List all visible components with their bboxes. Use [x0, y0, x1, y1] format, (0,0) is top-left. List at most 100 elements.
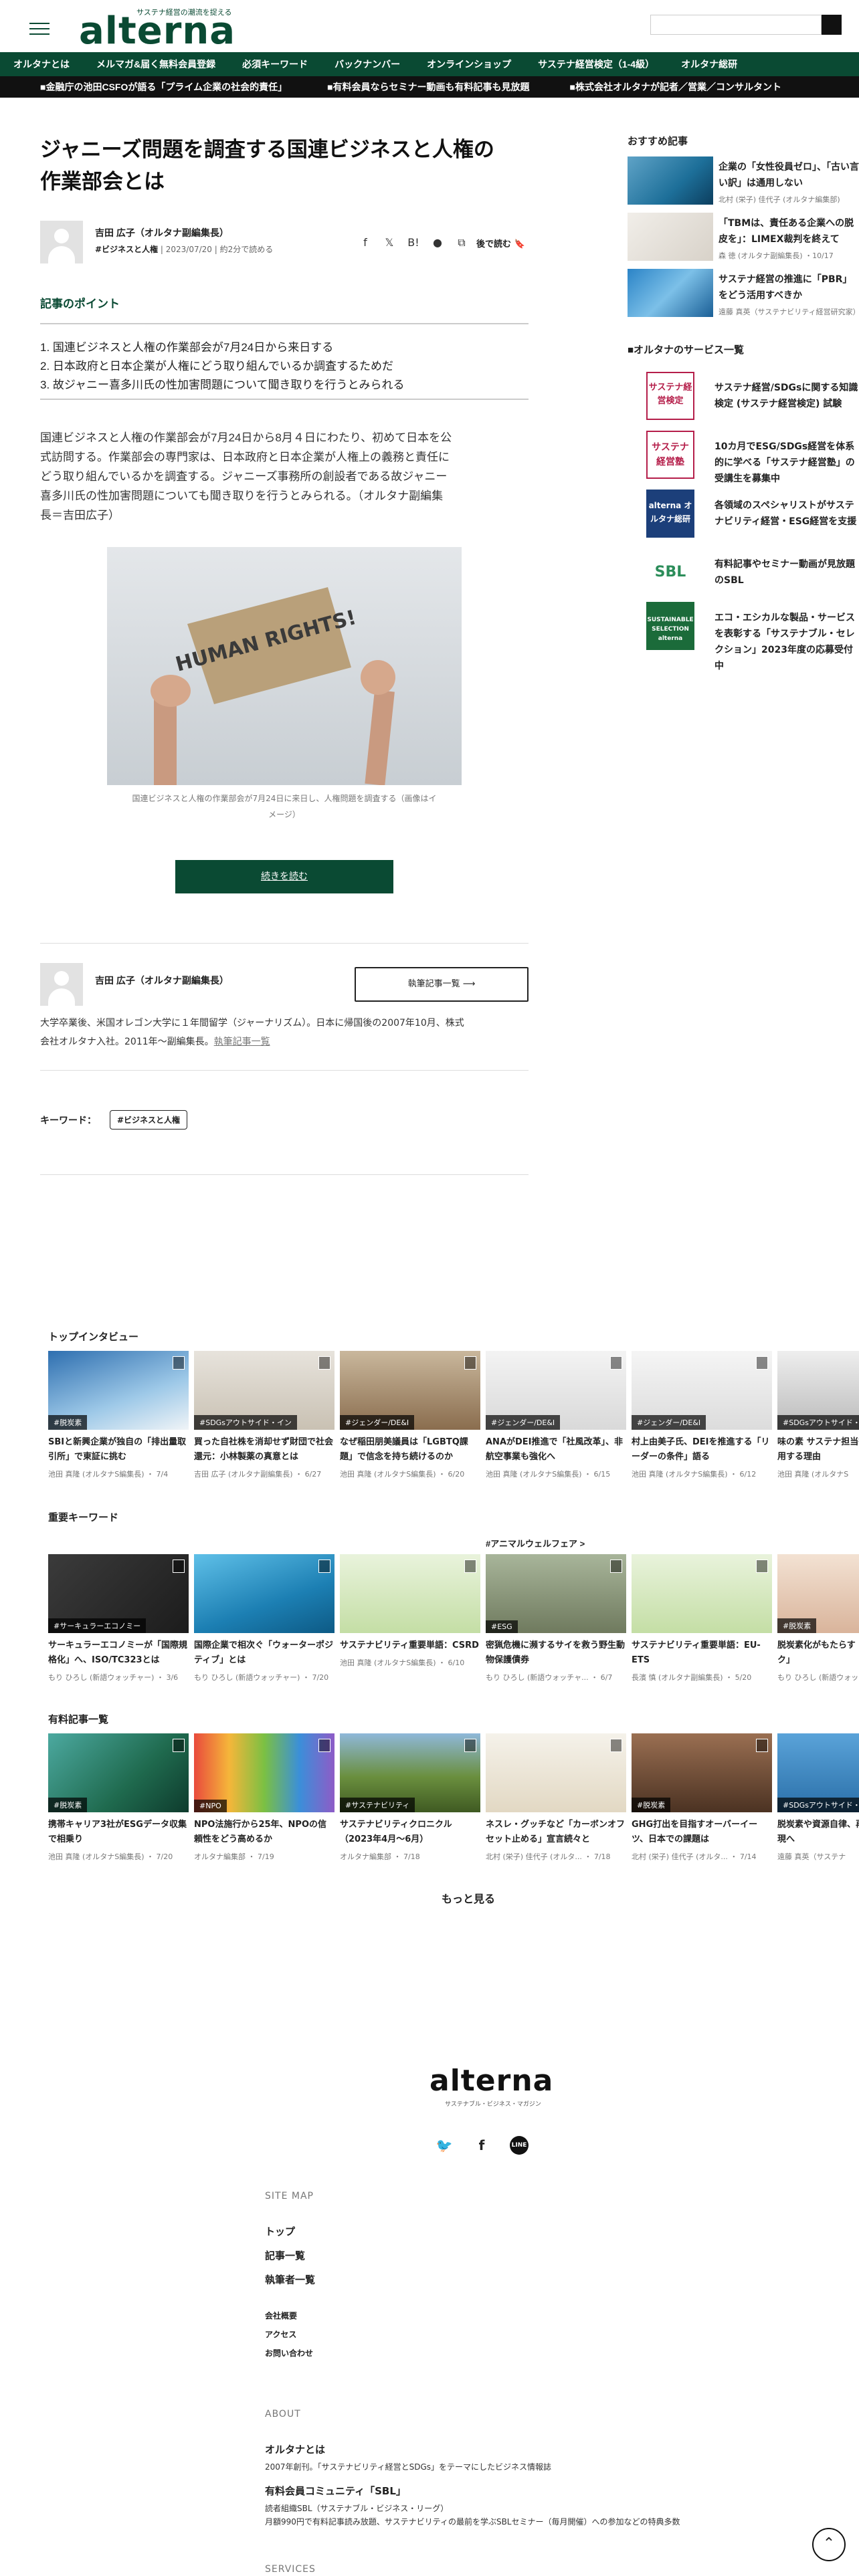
article-card[interactable]: #SDGsアウトサイド・イン 買った自社株を消却せず財団で社会還元：小林製薬の真…: [194, 1351, 335, 1479]
footer-link-articles[interactable]: 記事一覧: [265, 2248, 305, 2262]
recommended-item[interactable]: 「TBMは、責任ある企業への脱皮を」：LIMEX裁判を終えて 森 徳 (オルタナ…: [628, 213, 859, 262]
bookmark-icon[interactable]: [756, 1356, 768, 1370]
twitter-icon[interactable]: 🐦: [435, 2136, 454, 2155]
recommended-title: 「TBMは、責任ある企業への脱皮を」：LIMEX裁判を終えて: [719, 218, 854, 245]
bookmark-icon[interactable]: [464, 1560, 476, 1573]
card-title: 脱炭素化がもたらす「上振れリスク」: [777, 1640, 859, 1665]
nav-research[interactable]: オルタナ総研: [668, 58, 751, 71]
site-logo[interactable]: サステナ経営の潮流を捉える alterna: [79, 4, 253, 53]
service-item[interactable]: サステナ経営検定 サステナ経営/SDGsに関する知識検定 (サステナ経営検定) …: [628, 372, 859, 420]
nav-exam[interactable]: サステナ経営検定（1-4級）: [524, 58, 668, 71]
card-image: #サーキュラーエコノミー: [48, 1554, 189, 1633]
article-card[interactable]: サステナビリティ重要単語：CSRD 池田 真隆 (オルタナS編集長) ・ 6/1…: [340, 1554, 480, 1668]
sbl-desc: 読者組織SBL（サステナブル・ビジネス・リーグ）: [265, 2504, 449, 2513]
read-later-button[interactable]: 後で読む 🔖: [476, 237, 525, 249]
nav-shop[interactable]: オンラインショップ: [413, 58, 524, 71]
bookmark-icon[interactable]: [173, 1356, 185, 1370]
bookmark-icon[interactable]: [756, 1560, 768, 1573]
footer-link-top[interactable]: トップ: [265, 2224, 295, 2238]
bookmark-icon[interactable]: [610, 1356, 622, 1370]
service-item[interactable]: SBL 有料記事やセミナー動画が見放題のSBL: [628, 548, 859, 597]
sbl-title[interactable]: 有料会員コミュニティ「SBL」: [265, 2484, 406, 2498]
article-card[interactable]: #NPO NPO法施行から25年、NPOの信頼性をどう高めるか オルタナ編集部 …: [194, 1733, 335, 1862]
article-card[interactable]: #サステナビリティ サステナビリティクロニクル（2023年4月〜6月） オルタナ…: [340, 1733, 480, 1862]
bookmark-icon[interactable]: [610, 1560, 622, 1573]
article-card[interactable]: #脱炭素 携帯キャリア3社がESGデータ収集で相乗り 池田 真隆 (オルタナS編…: [48, 1733, 189, 1862]
article-card[interactable]: #ジェンダー/DE&I 村上由美子氏、DEIを推進する「リーダーの条件」語る 池…: [632, 1351, 772, 1479]
article-card[interactable]: #ジェンダー/DE&I ANAがDEI推進で「社風改革」、非航空事業も強化へ 池…: [486, 1351, 626, 1479]
ticker-item[interactable]: ■株式会社オルタナが記者／営業／コンサルタント: [570, 80, 781, 94]
bookmark-icon[interactable]: [464, 1739, 476, 1752]
bookmark-icon[interactable]: [318, 1356, 330, 1370]
nav-backnumber[interactable]: バックナンバー: [321, 58, 413, 71]
article-card[interactable]: #脱炭素 脱炭素化がもたらす「上振れリスク」 もり ひろし (新語ウォッチャ: [777, 1554, 859, 1683]
footer-link-access[interactable]: アクセス: [265, 2329, 296, 2340]
service-item[interactable]: alterna オルタナ総研 各領域のスペシャリストがサステナビリティ経営・ES…: [628, 490, 859, 538]
article-card[interactable]: #サーキュラーエコノミー サーキュラーエコノミーが「国際規格化」へ、ISO/TC…: [48, 1554, 189, 1683]
line-icon[interactable]: ●: [430, 235, 445, 250]
article-card[interactable]: #ESG 密猟危機に瀕するサイを救う野生動物保護債券 もり ひろし (新語ウォッ…: [486, 1554, 626, 1683]
interview-carousel: #脱炭素 SBIと新興企業が独自の「排出量取引所」で東証に挑む 池田 真隆 (オ…: [48, 1351, 859, 1511]
author-name[interactable]: 吉田 広子（オルタナ副編集長）: [95, 974, 229, 987]
lead-line: 喜多川氏の性加害問題についても聞き取りを行うとみられる。（オルタナ副編集: [40, 490, 444, 502]
card-image: #SDGsアウトサイド・イン: [777, 1351, 859, 1430]
hatena-icon[interactable]: B!: [406, 235, 421, 250]
article-date: 2023/07/20: [165, 245, 212, 254]
article-card[interactable]: サステナビリティ重要単語：EU-ETS 長濱 慎 (オルタナ副編集長) ・ 5/…: [632, 1554, 772, 1683]
card-title: サステナビリティ重要単語：CSRD: [340, 1640, 479, 1650]
more-button[interactable]: もっと見る: [401, 1890, 535, 1906]
article-tag[interactable]: #ビジネスと人権: [95, 245, 158, 254]
footer-logo[interactable]: alterna: [430, 2064, 553, 2098]
line-icon[interactable]: LINE: [510, 2136, 529, 2155]
bookmark-icon[interactable]: [464, 1356, 476, 1370]
facebook-icon[interactable]: f: [472, 2136, 491, 2155]
recommended-item[interactable]: 企業の「女性役員ゼロ」、「古い言い訳」は通用しない 北村 (栄子) 佳代子 (オ…: [628, 156, 859, 206]
ticker-item[interactable]: ■有料会員ならセミナー動画も有料記事も見放題: [327, 80, 529, 94]
bio-line: 大学卒業後、米国オレゴン大学に１年間留学（ジャーナリズム）。日本に帰国後の200…: [40, 1018, 464, 1029]
service-title: サステナ経営/SDGsに関する知識検定 (サステナ経営検定) 試験: [714, 383, 858, 409]
menu-icon[interactable]: [29, 23, 50, 35]
about-title[interactable]: オルタナとは: [265, 2442, 325, 2456]
bookmark-icon[interactable]: [173, 1560, 185, 1573]
nav-register[interactable]: メルマガ&届く無料会員登録: [83, 58, 229, 71]
article-card[interactable]: #SDGsアウトサイド・イン 味の素 サステナ担当役員が社内登用する理由 池田 …: [777, 1351, 859, 1479]
service-item[interactable]: SUSTAINABLE SELECTION alterna エコ・エシカルな製品…: [628, 602, 859, 671]
avatar: [40, 963, 83, 1006]
facebook-icon[interactable]: f: [358, 235, 373, 250]
article-card[interactable]: ネスレ・グッチなど「カーボンオフセット止める」宣言続々と 北村 (栄子) 佳代子…: [486, 1733, 626, 1862]
back-to-top-button[interactable]: ⌃: [812, 2528, 846, 2561]
card-image: [486, 1733, 626, 1812]
service-item[interactable]: サステナ経営塾 10カ月でESG/SDGs経営を体系的に学べる「サステナ経営塾」…: [628, 431, 859, 484]
bookmark-icon[interactable]: [318, 1739, 330, 1752]
author-articles-link[interactable]: 執筆記事一覧: [214, 1037, 270, 1047]
article-card[interactable]: #ジェンダー/DE&I なぜ稲田朋美議員は「LGBTQ課題」で信念を持ち続けるの…: [340, 1351, 480, 1479]
x-icon[interactable]: 𝕏: [382, 235, 397, 250]
search-input[interactable]: [650, 15, 822, 35]
exam-logo: サステナ経営検定: [646, 372, 694, 420]
bookmark-icon[interactable]: [173, 1739, 185, 1752]
animal-welfare-link[interactable]: #アニマルウェルフェア >: [486, 1537, 585, 1549]
footer-link-contact[interactable]: お問い合わせ: [265, 2347, 313, 2359]
card-meta: 池田 真隆 (オルタナS: [777, 1470, 849, 1479]
nav-keywords[interactable]: 必須キーワード: [229, 58, 321, 71]
article-card[interactable]: #脱炭素 GHG打出を目指すオーバーイーツ、日本での課題は 北村 (栄子) 佳代…: [632, 1733, 772, 1862]
author-articles-button[interactable]: 執筆記事一覧 ⟶: [355, 967, 529, 1002]
article-card[interactable]: #脱炭素 SBIと新興企業が独自の「排出量取引所」で東証に挑む 池田 真隆 (オ…: [48, 1351, 189, 1479]
footer-link-writers[interactable]: 執筆者一覧: [265, 2272, 315, 2286]
article-card[interactable]: #SDGsアウトサイド・イン 脱炭素や資源自律、再成長産業で実現へ 遠藤 真英（…: [777, 1733, 859, 1862]
search-button[interactable]: [822, 15, 842, 35]
nav-about[interactable]: オルタナとは: [0, 58, 83, 71]
copy-link-icon[interactable]: ⧉: [454, 235, 469, 250]
article-card[interactable]: 国際企業で相次ぐ「ウォーターポジティブ」とは もり ひろし (新語ウォッチャー)…: [194, 1554, 335, 1683]
keyword-tag[interactable]: #ビジネスと人権: [110, 1110, 188, 1130]
card-tag: #サーキュラーエコノミー: [48, 1618, 147, 1633]
author-name[interactable]: 吉田 広子（オルタナ副編集長）: [95, 226, 229, 239]
bookmark-icon[interactable]: [318, 1560, 330, 1573]
bookmark-icon[interactable]: [756, 1739, 768, 1752]
bookmark-icon[interactable]: [610, 1739, 622, 1752]
recommended-item[interactable]: サステナ経営の推進に「PBR」をどう活用すべきか 遠藤 真英（サステナビリティ経…: [628, 269, 859, 318]
ticker-item[interactable]: ■金融庁の池田CSFOが語る「プライム企業の社会的責任」: [40, 80, 287, 94]
card-title: 密猟危機に瀕するサイを救う野生動物保護債券: [486, 1640, 626, 1665]
footer-link-company[interactable]: 会社概要: [265, 2310, 297, 2321]
read-more-button[interactable]: 続きを読む: [175, 860, 393, 893]
